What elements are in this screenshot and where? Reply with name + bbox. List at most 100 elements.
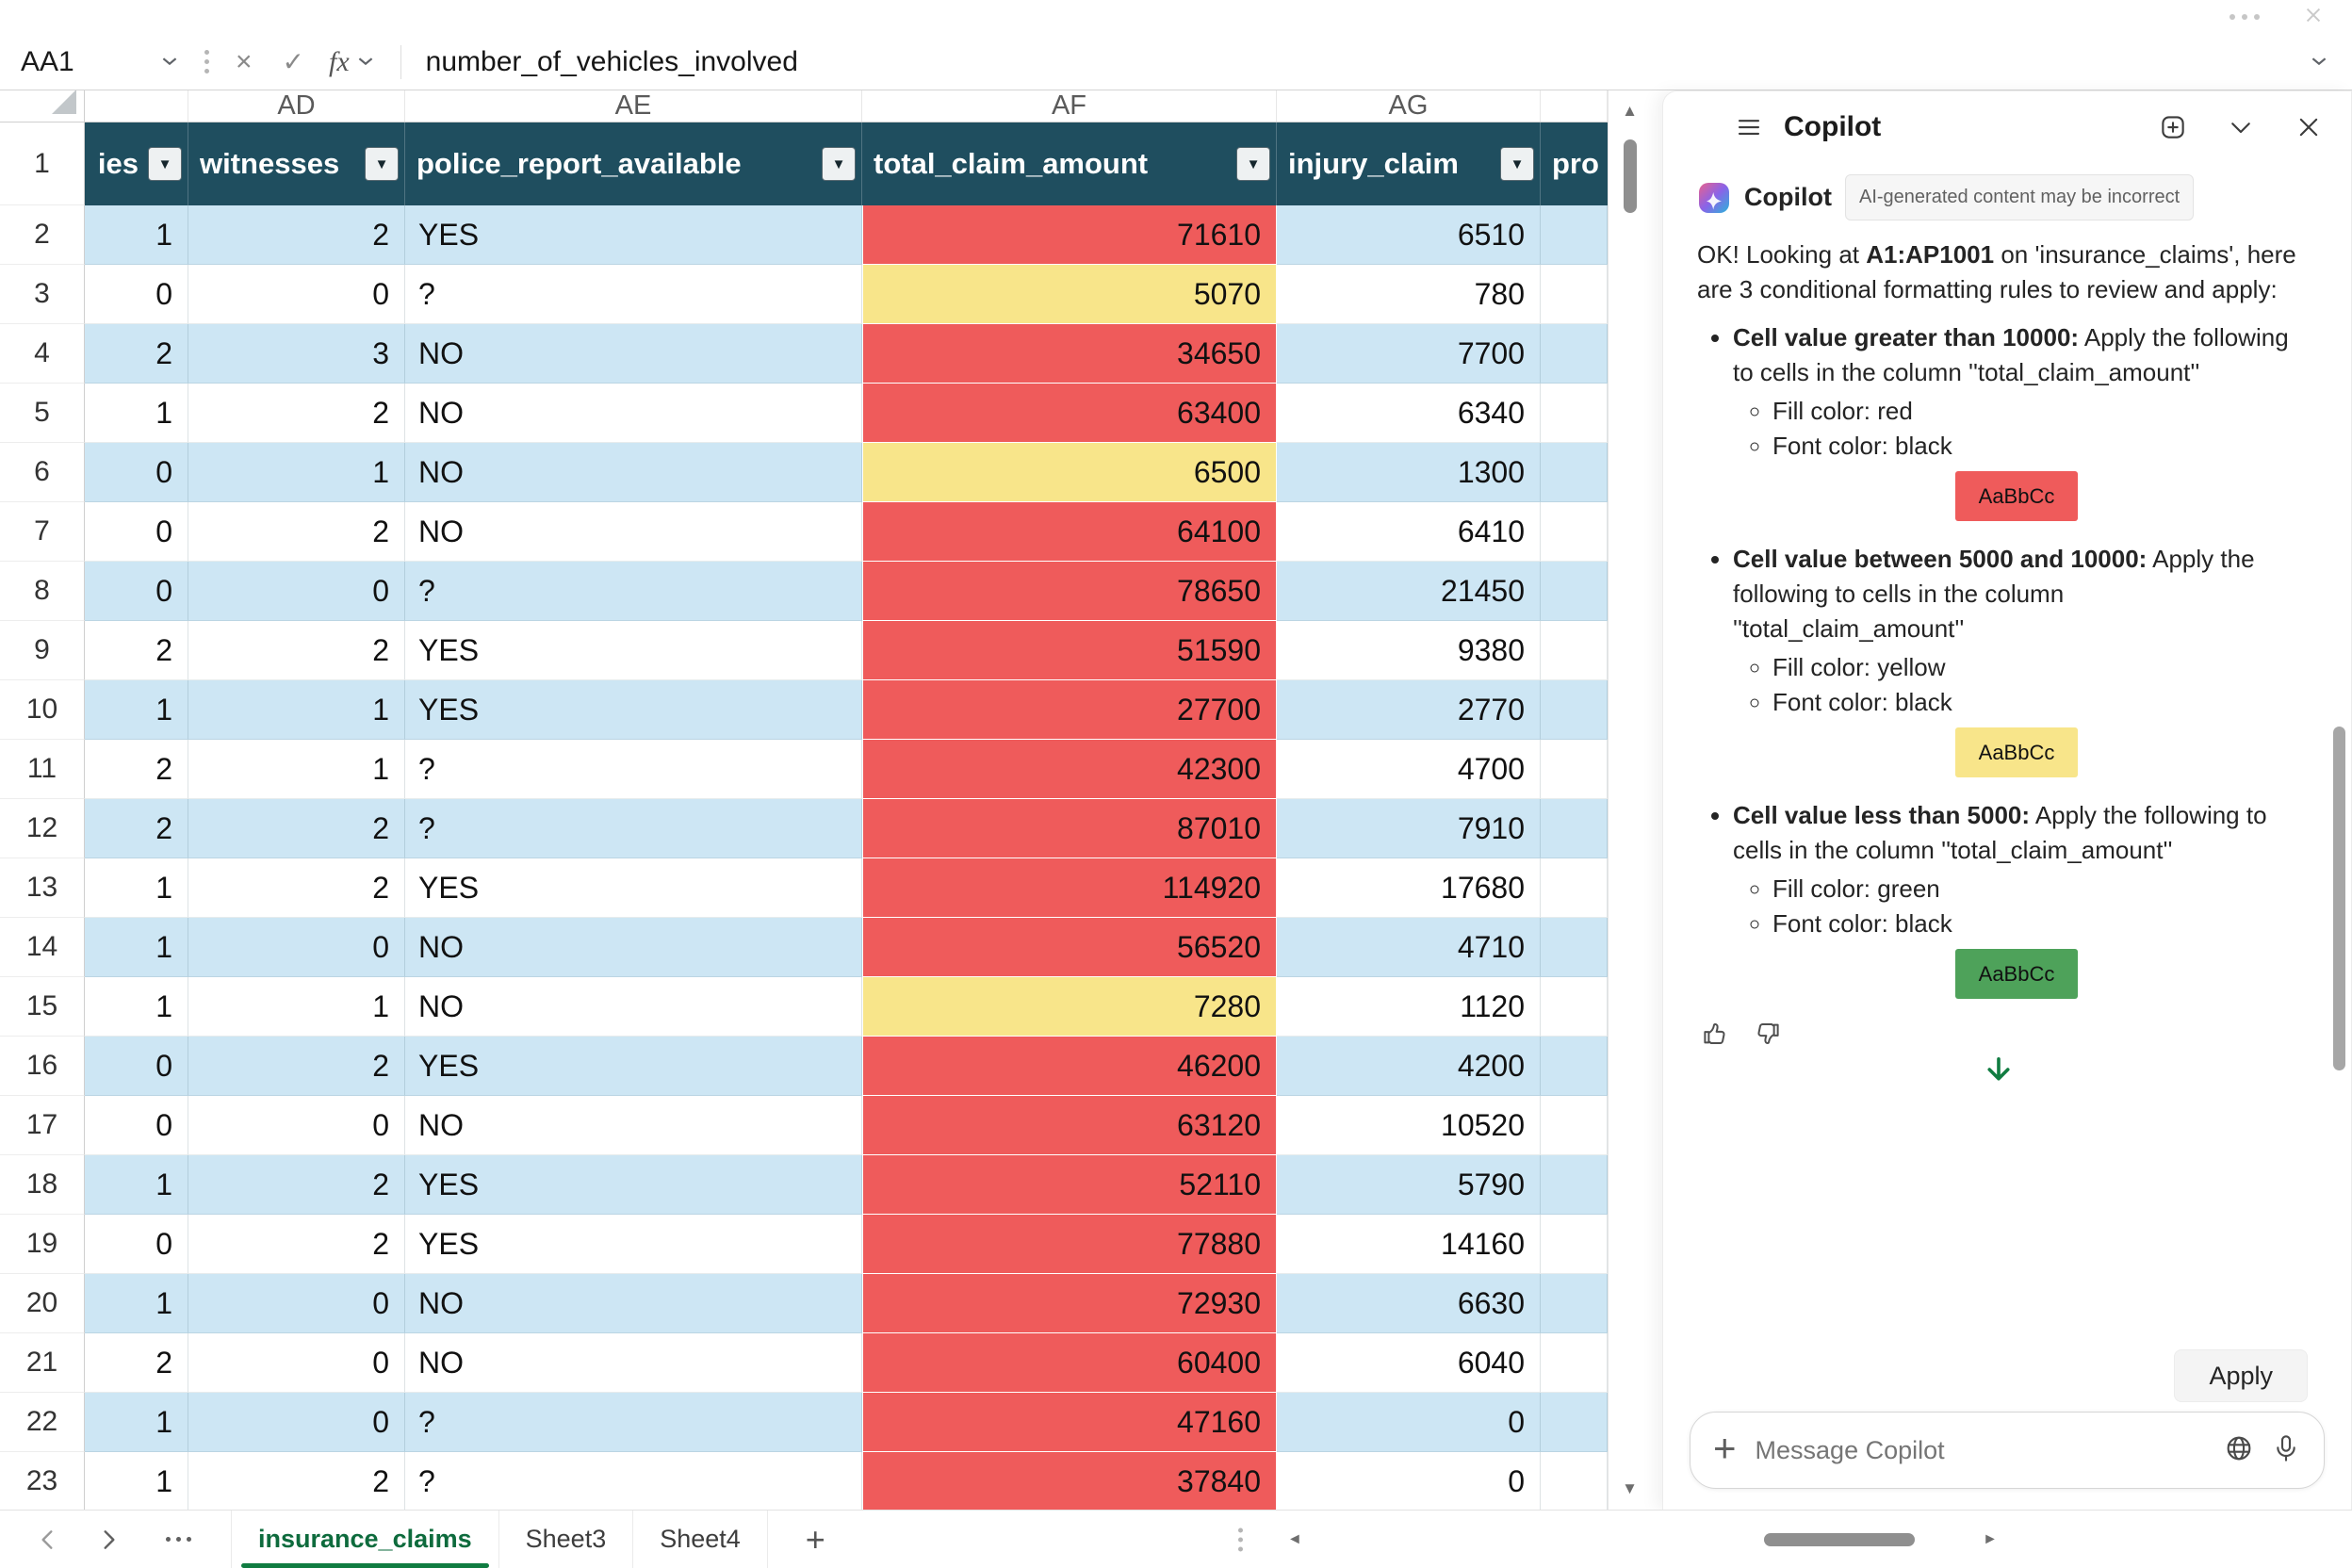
tab-sheet3[interactable]: Sheet3	[499, 1511, 634, 1568]
cell-total-claim[interactable]: 77880	[862, 1215, 1277, 1274]
cell-injury-claim[interactable]: 5790	[1277, 1155, 1541, 1215]
cell-witnesses[interactable]: 0	[188, 1096, 405, 1155]
more-icon[interactable]	[1238, 1527, 1243, 1551]
row-number[interactable]: 7	[0, 502, 85, 562]
cell-witnesses[interactable]: 2	[188, 205, 405, 265]
cell-total-claim[interactable]: 60400	[862, 1333, 1277, 1393]
cell-vehicles-involved[interactable]: 2	[85, 799, 188, 858]
microphone-icon[interactable]	[2271, 1433, 2301, 1468]
cell-total-claim[interactable]: 71610	[862, 205, 1277, 265]
cell-vehicles-involved[interactable]: 0	[85, 1037, 188, 1096]
cell-vehicles-involved[interactable]: 1	[85, 1452, 188, 1510]
cell-police-report[interactable]: NO	[405, 502, 862, 562]
cell-vehicles-involved[interactable]: 2	[85, 621, 188, 680]
cell-vehicles-involved[interactable]: 1	[85, 1274, 188, 1333]
cell-total-claim[interactable]: 87010	[862, 799, 1277, 858]
cell-witnesses[interactable]: 2	[188, 1037, 405, 1096]
cell-witnesses[interactable]: 1	[188, 680, 405, 740]
cell-property-claim[interactable]	[1541, 858, 1608, 918]
grid-horizontal-scrollbar[interactable]: ◄ ►	[1282, 1511, 2003, 1568]
cell-total-claim[interactable]: 72930	[862, 1274, 1277, 1333]
cell-witnesses[interactable]: 0	[188, 1333, 405, 1393]
row-number[interactable]: 22	[0, 1393, 85, 1452]
row-number[interactable]: 12	[0, 799, 85, 858]
cell-injury-claim[interactable]: 21450	[1277, 562, 1541, 621]
filter-icon[interactable]: ▼	[148, 147, 182, 181]
tab-insurance-claims[interactable]: insurance_claims	[232, 1511, 499, 1568]
row-number[interactable]: 19	[0, 1215, 85, 1274]
cell-injury-claim[interactable]: 6410	[1277, 502, 1541, 562]
cell-property-claim[interactable]	[1541, 562, 1608, 621]
panel-scroll-thumb[interactable]	[2333, 727, 2345, 1070]
sheet-options-icon[interactable]	[166, 1537, 191, 1542]
horizontal-scroll-thumb[interactable]	[1764, 1533, 1915, 1546]
cell-property-claim[interactable]	[1541, 1096, 1608, 1155]
cell-vehicles-involved[interactable]: 2	[85, 324, 188, 384]
cell-police-report[interactable]: NO	[405, 1274, 862, 1333]
cell-vehicles-involved[interactable]: 2	[85, 740, 188, 799]
add-attachment-icon[interactable]: +	[1713, 1429, 1737, 1468]
cell-witnesses[interactable]: 0	[188, 265, 405, 324]
column-letter-partial[interactable]	[85, 90, 188, 122]
cell-injury-claim[interactable]: 780	[1277, 265, 1541, 324]
cell-witnesses[interactable]: 2	[188, 1155, 405, 1215]
new-chat-icon[interactable]	[2159, 113, 2187, 141]
cell-injury-claim[interactable]: 0	[1277, 1452, 1541, 1510]
cell-injury-claim[interactable]: 7700	[1277, 324, 1541, 384]
cell-injury-claim[interactable]: 4710	[1277, 918, 1541, 977]
row-number[interactable]: 15	[0, 977, 85, 1037]
cell-police-report[interactable]: NO	[405, 1096, 862, 1155]
cell-police-report[interactable]: NO	[405, 977, 862, 1037]
window-close-icon[interactable]	[2303, 5, 2324, 30]
filter-icon[interactable]: ▼	[1500, 147, 1534, 181]
cell-injury-claim[interactable]: 17680	[1277, 858, 1541, 918]
row-number[interactable]: 14	[0, 918, 85, 977]
cell-vehicles-involved[interactable]: 1	[85, 680, 188, 740]
cell-witnesses[interactable]: 1	[188, 740, 405, 799]
cell-total-claim[interactable]: 114920	[862, 858, 1277, 918]
cell-total-claim[interactable]: 56520	[862, 918, 1277, 977]
cell-total-claim[interactable]: 27700	[862, 680, 1277, 740]
cell-injury-claim[interactable]: 0	[1277, 1393, 1541, 1452]
row-number[interactable]: 5	[0, 384, 85, 443]
row-number[interactable]: 6	[0, 443, 85, 502]
header-cell-vehicles-involved[interactable]: ies ▼	[85, 122, 188, 205]
cell-vehicles-involved[interactable]: 2	[85, 1333, 188, 1393]
cell-witnesses[interactable]: 0	[188, 918, 405, 977]
cell-total-claim[interactable]: 6500	[862, 443, 1277, 502]
row-number[interactable]: 13	[0, 858, 85, 918]
cell-injury-claim[interactable]: 4700	[1277, 740, 1541, 799]
sheet-nav-back-icon[interactable]	[32, 1527, 62, 1553]
cell-total-claim[interactable]: 63400	[862, 384, 1277, 443]
row-number[interactable]: 16	[0, 1037, 85, 1096]
cell-total-claim[interactable]: 37840	[862, 1452, 1277, 1510]
cell-injury-claim[interactable]: 6510	[1277, 205, 1541, 265]
cell-injury-claim[interactable]: 2770	[1277, 680, 1541, 740]
column-letter-AE[interactable]: AE	[405, 90, 862, 122]
row-number[interactable]: 1	[0, 122, 85, 205]
row-number[interactable]: 2	[0, 205, 85, 265]
cell-witnesses[interactable]: 0	[188, 1274, 405, 1333]
row-number[interactable]: 4	[0, 324, 85, 384]
cell-property-claim[interactable]	[1541, 621, 1608, 680]
column-letter-AG[interactable]: AG	[1277, 90, 1541, 122]
cell-property-claim[interactable]	[1541, 918, 1608, 977]
cell-property-claim[interactable]	[1541, 1037, 1608, 1096]
cell-injury-claim[interactable]: 6340	[1277, 384, 1541, 443]
row-number[interactable]: 21	[0, 1333, 85, 1393]
horizontal-scroll-track[interactable]	[1321, 1533, 1964, 1546]
cell-property-claim[interactable]	[1541, 680, 1608, 740]
cell-police-report[interactable]: YES	[405, 680, 862, 740]
cell-witnesses[interactable]: 2	[188, 799, 405, 858]
cell-property-claim[interactable]	[1541, 740, 1608, 799]
cell-property-claim[interactable]	[1541, 799, 1608, 858]
tab-sheet4[interactable]: Sheet4	[633, 1511, 768, 1568]
cell-total-claim[interactable]: 78650	[862, 562, 1277, 621]
cell-police-report[interactable]: NO	[405, 918, 862, 977]
cell-witnesses[interactable]: 2	[188, 1452, 405, 1510]
cell-witnesses[interactable]: 1	[188, 443, 405, 502]
cell-property-claim[interactable]	[1541, 1215, 1608, 1274]
cell-property-claim[interactable]	[1541, 502, 1608, 562]
filter-icon[interactable]: ▼	[822, 147, 856, 181]
cell-police-report[interactable]: YES	[405, 621, 862, 680]
